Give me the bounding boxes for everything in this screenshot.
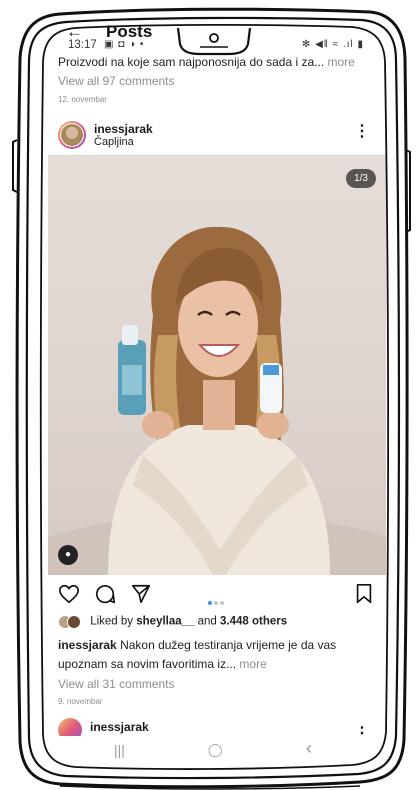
- likes-count[interactable]: 3.448 others: [220, 616, 287, 628]
- system-navigation-bar: ||| ◯ ‹: [48, 736, 386, 766]
- home-button[interactable]: ◯: [208, 742, 223, 758]
- save-bookmark-icon[interactable]: [354, 583, 374, 605]
- post-date: 9. novembar: [58, 697, 103, 706]
- avatar[interactable]: [58, 121, 86, 149]
- previous-post-date: 12. novembar: [58, 95, 107, 104]
- post-location[interactable]: Čapljina: [94, 136, 134, 148]
- carousel-dot: [220, 601, 224, 605]
- post-username[interactable]: inessjarak: [94, 122, 153, 136]
- liked-by-prefix: Liked by: [90, 615, 134, 628]
- previous-post-caption[interactable]: Proizvodi na koje sam najponosnija do sa…: [58, 55, 378, 69]
- carousel-dot-active: [208, 601, 212, 605]
- share-send-icon[interactable]: [130, 583, 152, 605]
- previous-caption-text: Proizvodi na koje sam najponosnija do sa…: [58, 55, 325, 69]
- post-image[interactable]: 1/3 ●: [48, 155, 386, 575]
- next-post-username[interactable]: inessjarak: [90, 720, 149, 734]
- post-header: inessjarak Čapljina ⋮: [58, 121, 378, 151]
- portrait-illustration: [48, 226, 386, 575]
- view-comments-link[interactable]: View all 31 comments: [58, 677, 175, 691]
- system-back-button[interactable]: ‹: [306, 738, 312, 759]
- caption-more-link[interactable]: more: [239, 657, 266, 671]
- recent-apps-button[interactable]: |||: [114, 742, 125, 758]
- system-status-icons: ✻ ◀‖ ≈ .ıl ▮: [301, 39, 364, 50]
- tagged-users-icon[interactable]: ●: [58, 545, 78, 565]
- liked-by-and: and: [197, 615, 217, 628]
- liked-by-line[interactable]: Liked by sheyllaa__ and 3.448 others: [58, 615, 287, 629]
- caption-username[interactable]: inessjarak: [58, 638, 117, 652]
- phone-screen: 13:17 ▣ ◘ ◑ • ✻ ◀‖ ≈ .ıl ▮ ← Posts Proiz…: [48, 18, 386, 773]
- back-arrow-icon[interactable]: ←: [66, 22, 83, 42]
- image-counter-badge: 1/3: [346, 169, 376, 188]
- comment-icon[interactable]: [94, 583, 116, 605]
- carousel-indicator: [208, 592, 228, 605]
- previous-view-comments-link[interactable]: View all 97 comments: [58, 74, 175, 88]
- previous-caption-more-link[interactable]: more: [328, 55, 355, 69]
- more-options-icon[interactable]: ⋮: [354, 124, 370, 140]
- like-heart-icon[interactable]: [58, 583, 80, 605]
- liked-by-avatars: [58, 615, 84, 629]
- post-caption[interactable]: inessjarak Nakon dužeg testiranja vrijem…: [58, 636, 378, 674]
- carousel-dot: [214, 601, 218, 605]
- liked-by-user[interactable]: sheyllaa__: [136, 616, 194, 628]
- page-title: Posts: [106, 22, 153, 41]
